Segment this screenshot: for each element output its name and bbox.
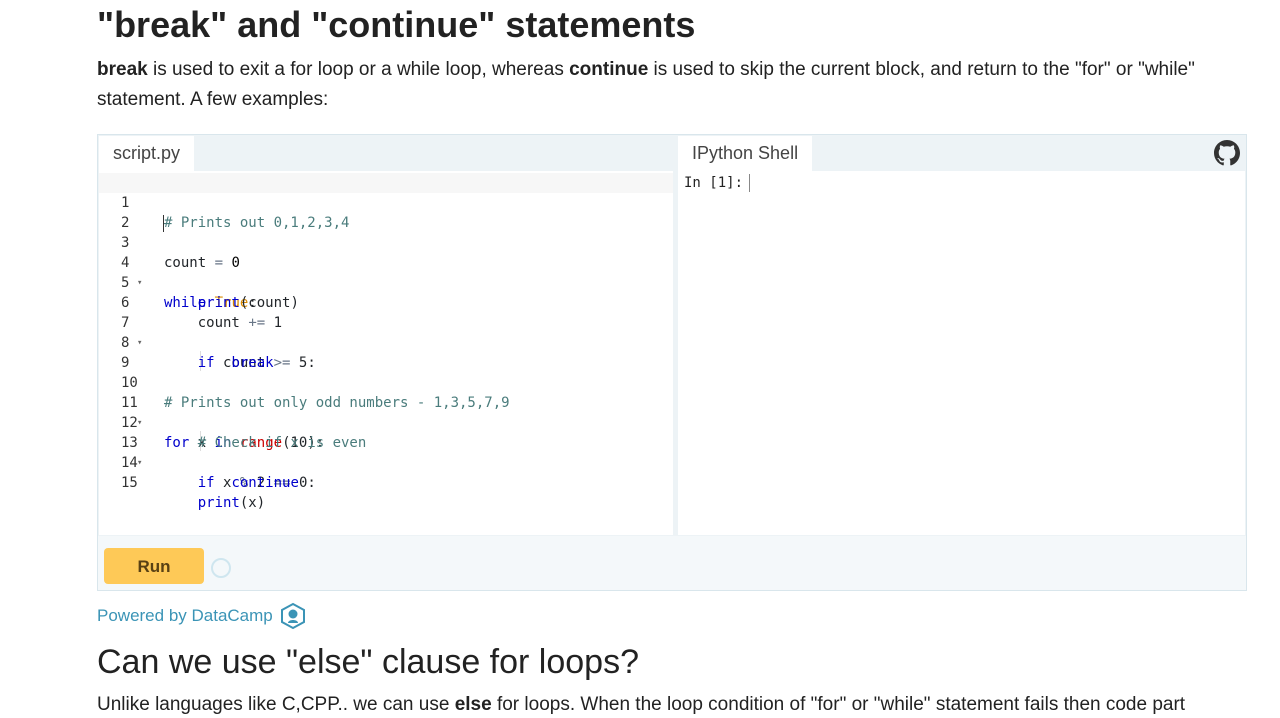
code-line: 5 print(count) (99, 253, 299, 311)
line-number: 15 (121, 475, 138, 491)
code-line: 15 print(x) (99, 453, 265, 511)
code-line: 10 # Prints out only odd numbers - 1,3,5… (99, 353, 510, 411)
shell-prompt-line[interactable]: In [1]: (684, 173, 751, 193)
keyword-else: else (454, 694, 492, 715)
code-line: 7 ▾ if count >= 5: (99, 293, 316, 371)
tab-script[interactable]: script.py (99, 136, 195, 171)
code-line: 1 # Prints out 0,1,2,3,4 (99, 173, 673, 232)
powered-by-link[interactable]: Powered by DataCamp (97, 602, 307, 630)
datacamp-logo-icon (280, 602, 305, 630)
intro-paragraph: break is used to exit a for loop or a wh… (97, 55, 1217, 115)
ipython-shell[interactable]: In [1]: (678, 171, 1245, 535)
section2-text-1: Unlike languages like C,CPP.. we can use (97, 694, 455, 715)
code-operator: >= (273, 355, 291, 371)
keyword-continue: continue (569, 59, 649, 80)
section2-paragraph: Unlike languages like C,CPP.. we can use… (97, 692, 1247, 718)
code-operator: = (214, 255, 224, 271)
code-token: count (197, 315, 240, 331)
code-comment: # Check if x is even (197, 435, 367, 451)
code-builtin: print (197, 295, 240, 311)
code-number: 5: (298, 355, 316, 371)
code-line: 12 # Check if x is even (99, 393, 366, 451)
code-number: 1 (273, 315, 283, 331)
code-line: 4 ▾ while True: (99, 233, 257, 311)
code-line: 9 (99, 333, 166, 371)
code-line: 13 ▾ if x % 2 == 0: (99, 413, 316, 491)
code-line: 3 count = 0 (99, 213, 240, 271)
code-operator: += (248, 315, 266, 331)
run-button[interactable]: Run (104, 548, 204, 584)
code-token: count (164, 255, 207, 271)
intro-text-1: is used to exit a for loop or a while lo… (147, 59, 570, 80)
code-line: 6 count += 1 (99, 273, 282, 331)
code-token: (x) (239, 495, 266, 511)
run-bar: Run (98, 536, 1246, 590)
loading-spinner-icon (211, 558, 231, 578)
shell-prompt: In [1]: (684, 175, 744, 191)
tab-ipython-shell[interactable]: IPython Shell (678, 136, 813, 171)
code-line: 14 continue (99, 433, 299, 491)
github-icon[interactable] (1214, 140, 1240, 166)
code-editor[interactable]: 1 # Prints out 0,1,2,3,4 2 3 count = 0 4… (99, 171, 673, 535)
code-builtin: print (197, 495, 240, 511)
code-line: 11 ▾ for x in range(10): (99, 373, 324, 451)
code-line: 8 break (99, 313, 274, 371)
section-heading-else-loops: Can we use "else" clause for loops? (97, 643, 639, 681)
code-line: 2 (99, 193, 166, 231)
code-token: (count) (239, 295, 299, 311)
code-number: 0 (231, 255, 240, 271)
code-keyword: continue (231, 475, 299, 491)
code-comment: # Prints out 0,1,2,3,4 (164, 215, 350, 231)
shell-cursor (749, 174, 751, 192)
keyword-break: break (97, 59, 148, 80)
code-widget: script.py IPython Shell 1 # Prints out 0… (97, 134, 1247, 591)
powered-by-text[interactable]: Powered by DataCamp (97, 604, 273, 628)
code-number: 0: (298, 475, 316, 491)
code-keyword: break (231, 355, 274, 371)
section-heading-break-continue: "break" and "continue" statements (97, 4, 696, 45)
code-comment: # Prints out only odd numbers - 1,3,5,7,… (164, 395, 510, 411)
section2-text-2: for loops. When the loop condition of "f… (491, 694, 1186, 715)
